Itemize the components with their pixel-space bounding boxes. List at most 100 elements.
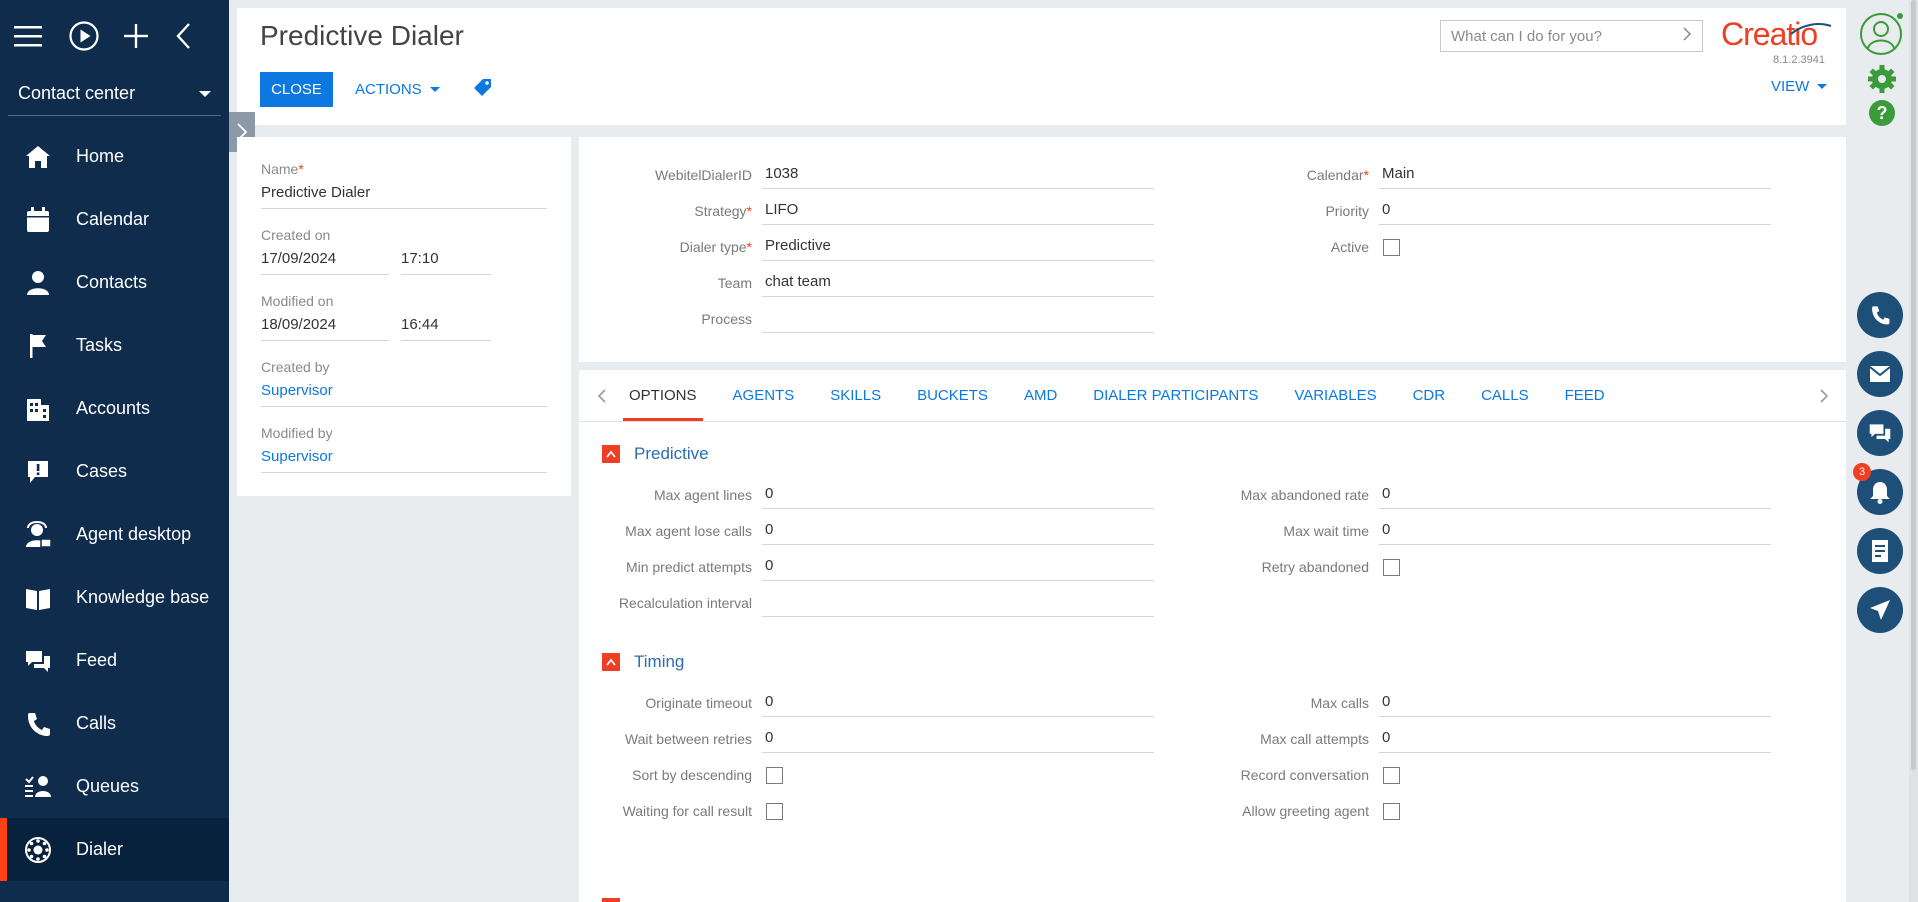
max-calls-field[interactable]: 0	[1379, 689, 1771, 717]
predictive-group-header[interactable]: Predictive	[602, 444, 709, 464]
retry-abandoned-checkbox[interactable]	[1383, 558, 1400, 576]
command-search-input[interactable]: What can I do for you?	[1440, 20, 1703, 52]
contact-icon	[24, 269, 52, 297]
sidebar-item-feed[interactable]: Feed	[0, 629, 229, 692]
sidebar-item-agent-desktop[interactable]: Agent desktop	[0, 503, 229, 566]
sidebar-item-label: Calendar	[76, 209, 150, 229]
name-field[interactable]: Predictive Dialer	[261, 183, 547, 209]
workspace-selector[interactable]: Contact center	[8, 72, 221, 116]
process-field[interactable]	[762, 305, 1154, 333]
gear-icon[interactable]	[1867, 64, 1897, 98]
chevron-right-icon[interactable]	[1682, 27, 1692, 45]
tag-icon[interactable]	[474, 78, 492, 100]
min-predict-attempts-field[interactable]: 0	[762, 553, 1154, 581]
priority-label: Priority	[1325, 203, 1369, 219]
sidebar-item-calendar[interactable]: Calendar	[0, 188, 229, 251]
tab-feed[interactable]: FEED	[1565, 370, 1605, 421]
originate-timeout-field[interactable]: 0	[762, 689, 1154, 717]
strategy-row: Strategy* LIFO	[579, 193, 1154, 229]
max-call-attempts-field[interactable]: 0	[1379, 725, 1771, 753]
queue-icon	[24, 773, 52, 801]
sidebar-menu: Home Calendar Contacts Tasks Accounts Ca…	[0, 125, 229, 881]
add-icon[interactable]	[122, 16, 176, 56]
tab-options[interactable]: OPTIONS	[623, 370, 702, 421]
max-agent-lines-field[interactable]: 0	[762, 481, 1154, 509]
chat-icon[interactable]	[1857, 410, 1903, 456]
modified-time-field: 16:44	[401, 315, 491, 341]
created-by-link[interactable]: Supervisor	[261, 381, 547, 407]
max-agent-lose-calls-row: Max agent lose calls 0	[579, 513, 1154, 549]
max-calls-label: Max calls	[1310, 695, 1369, 711]
play-process-icon[interactable]	[68, 16, 122, 56]
document-icon[interactable]	[1857, 528, 1903, 574]
send-icon[interactable]	[1857, 587, 1903, 633]
help-icon[interactable]: ?	[1867, 98, 1897, 132]
email-icon[interactable]	[1857, 351, 1903, 397]
modified-by-link[interactable]: Supervisor	[261, 447, 547, 473]
active-label: Active	[1330, 239, 1369, 255]
sidebar-item-accounts[interactable]: Accounts	[0, 377, 229, 440]
tab-buckets[interactable]: BUCKETS	[917, 370, 988, 421]
record-conversation-label: Record conversation	[1240, 767, 1369, 783]
tab-calls[interactable]: CALLS	[1481, 370, 1529, 421]
collapse-sidebar-icon[interactable]	[175, 16, 229, 56]
max-calls-row: Max calls 0	[1179, 685, 1771, 721]
recalc-interval-field[interactable]	[762, 589, 1154, 617]
actions-button[interactable]: ACTIONS	[355, 72, 440, 107]
priority-field[interactable]: 0	[1379, 197, 1771, 225]
dialer-icon	[24, 836, 52, 864]
max-agent-lose-calls-label: Max agent lose calls	[625, 523, 752, 539]
tab-variables[interactable]: VARIABLES	[1294, 370, 1376, 421]
webitel-id-field[interactable]: 1038	[762, 161, 1154, 189]
tab-cdr[interactable]: CDR	[1413, 370, 1446, 421]
team-field[interactable]: chat team	[762, 269, 1154, 297]
timing-group-header[interactable]: Timing	[602, 652, 684, 672]
record-conversation-checkbox[interactable]	[1383, 766, 1400, 784]
close-button[interactable]: CLOSE	[260, 72, 333, 107]
allow-greeting-agent-checkbox[interactable]	[1383, 802, 1400, 820]
name-label: Name*	[261, 161, 304, 177]
sidebar-item-contacts[interactable]: Contacts	[0, 251, 229, 314]
flag-icon	[24, 332, 52, 360]
page-scrollbar-thumb[interactable]	[1911, 0, 1916, 770]
next-group-toggle-icon[interactable]	[602, 898, 620, 902]
active-checkbox[interactable]	[1383, 238, 1400, 256]
sidebar-item-dialer[interactable]: Dialer	[0, 818, 229, 881]
calendar-field[interactable]: Main	[1379, 161, 1771, 189]
tab-bar: OPTIONS AGENTS SKILLS BUCKETS AMD DIALER…	[579, 370, 1846, 422]
communication-panel: ? 3	[1846, 0, 1918, 902]
max-wait-time-field[interactable]: 0	[1379, 517, 1771, 545]
tab-amd[interactable]: AMD	[1024, 370, 1057, 421]
strategy-field[interactable]: LIFO	[762, 197, 1154, 225]
allow-greeting-agent-row: Allow greeting agent	[1179, 793, 1400, 829]
view-button[interactable]: VIEW	[1771, 78, 1828, 95]
chevron-down-icon	[1817, 84, 1828, 89]
user-profile-icon[interactable]	[1859, 12, 1903, 60]
recalc-interval-row: Recalculation interval	[579, 585, 1154, 621]
max-agent-lose-calls-field[interactable]: 0	[762, 517, 1154, 545]
sort-by-descending-checkbox[interactable]	[766, 766, 783, 784]
dialer-type-field[interactable]: Predictive	[762, 233, 1154, 261]
sidebar-item-label: Contacts	[76, 272, 148, 292]
hamburger-menu-icon[interactable]	[14, 16, 68, 56]
sidebar-item-cases[interactable]: Cases	[0, 440, 229, 503]
tab-dialer-participants[interactable]: DIALER PARTICIPANTS	[1093, 370, 1258, 421]
sidebar-item-home[interactable]: Home	[0, 125, 229, 188]
sidebar-item-queues[interactable]: Queues	[0, 755, 229, 818]
tab-skills[interactable]: SKILLS	[830, 370, 881, 421]
sidebar-item-knowledge-base[interactable]: Knowledge base	[0, 566, 229, 629]
calendar-label: Calendar*	[1306, 167, 1369, 183]
sidebar-item-calls[interactable]: Calls	[0, 692, 229, 755]
wait-between-retries-field[interactable]: 0	[762, 725, 1154, 753]
tabs-scroll-right-icon[interactable]	[1819, 388, 1829, 408]
max-abandoned-rate-field[interactable]: 0	[1379, 481, 1771, 509]
webitel-id-row: WebitelDialerID 1038	[579, 157, 1154, 193]
phone-icon[interactable]	[1857, 292, 1903, 338]
sidebar-item-label: Home	[76, 146, 125, 166]
max-call-attempts-row: Max call attempts 0	[1179, 721, 1771, 757]
tab-agents[interactable]: AGENTS	[733, 370, 795, 421]
phone-icon	[24, 710, 52, 738]
sidebar-item-label: Calls	[76, 713, 117, 733]
sidebar-item-tasks[interactable]: Tasks	[0, 314, 229, 377]
waiting-for-call-result-checkbox[interactable]	[766, 802, 783, 820]
